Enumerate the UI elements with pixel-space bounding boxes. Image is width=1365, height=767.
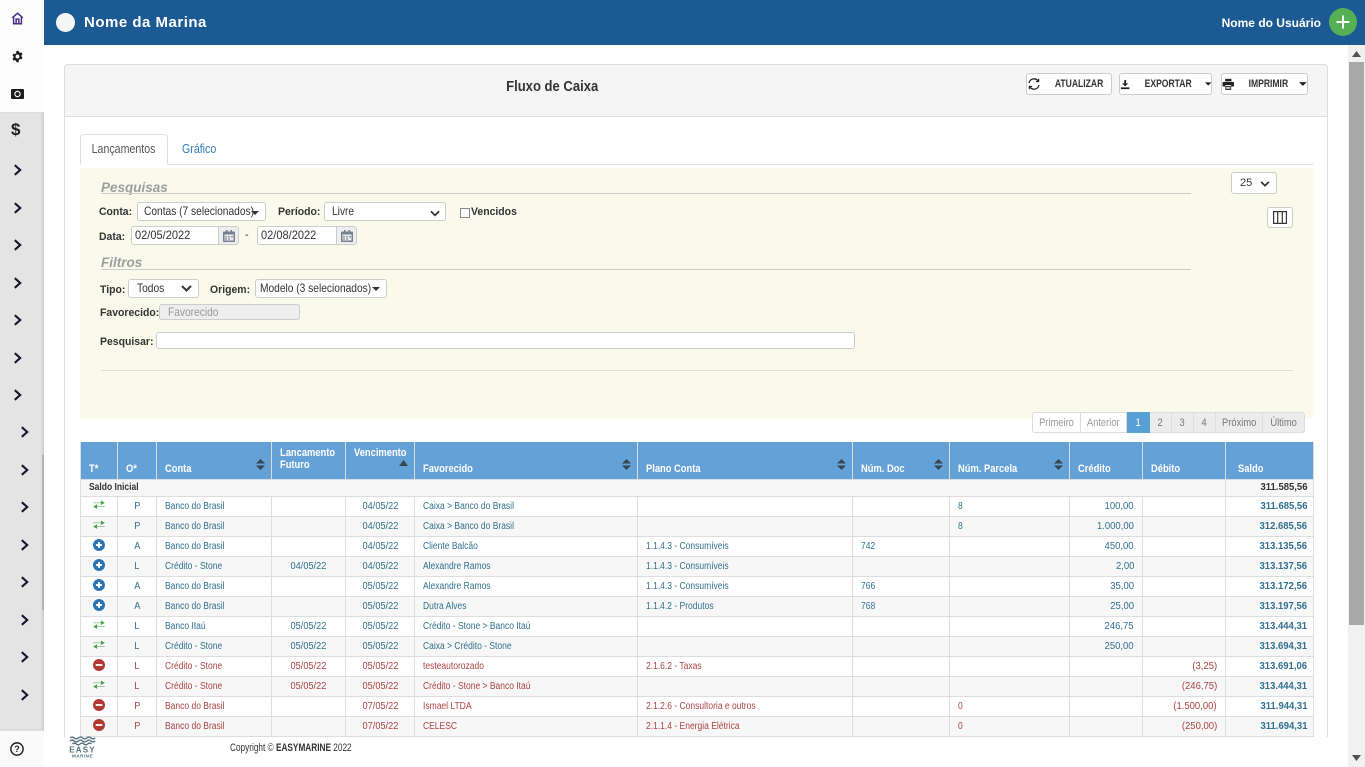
svg-text:MARINE: MARINE	[72, 754, 93, 759]
svg-text:?: ?	[14, 744, 19, 754]
